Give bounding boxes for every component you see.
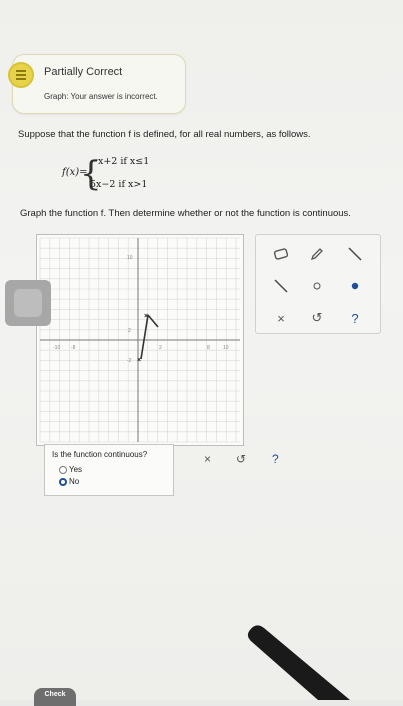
- x-tick-label: 10: [223, 345, 229, 351]
- option-yes-label: Yes: [69, 465, 83, 474]
- ray-icon[interactable]: [270, 275, 292, 297]
- piecewise-case-1: −x+2 if x≤1: [90, 156, 150, 167]
- graph-canvas[interactable]: -10 -8 2 8 10 10 2 -2 × ×: [36, 234, 244, 446]
- y-tick-label: 2: [128, 328, 131, 334]
- continuity-question-card: Is the function continuous? Yes No: [44, 444, 174, 496]
- radio-no[interactable]: [59, 477, 67, 486]
- question-prompt: Is the function continuous?: [52, 450, 148, 459]
- instruction-text: Graph the function f. Then determine whe…: [20, 208, 351, 219]
- pencil-icon[interactable]: [306, 243, 328, 265]
- x-tick-label: 2: [159, 345, 162, 351]
- x-tick-label: -8: [71, 345, 76, 351]
- line-icon[interactable]: [344, 243, 366, 265]
- feedback-card: [12, 54, 186, 114]
- undo-answer-button[interactable]: ↺: [236, 452, 246, 466]
- plotted-segment-left[interactable]: [147, 314, 159, 328]
- radio-yes[interactable]: [59, 465, 67, 474]
- option-yes[interactable]: Yes: [59, 465, 82, 474]
- graph-grid[interactable]: -10 -8 2 8 10 10 2 -2 × ×: [37, 235, 243, 445]
- partial-credit-icon: [8, 62, 34, 88]
- y-tick-label: 10: [127, 255, 133, 261]
- piecewise-case-2: 5x−2 if x>1: [90, 179, 148, 190]
- feedback-detail: Graph: Your answer is incorrect.: [44, 92, 158, 101]
- undo-graph-button[interactable]: ↺: [306, 307, 328, 329]
- clear-answer-button[interactable]: ×: [204, 452, 211, 466]
- option-no-label: No: [69, 477, 80, 486]
- feedback-status: Partially Correct: [44, 66, 123, 78]
- problem-statement: Suppose that the function f is defined, …: [18, 129, 311, 140]
- x-tick-label: -10: [53, 345, 60, 351]
- clear-graph-button[interactable]: ×: [270, 307, 292, 329]
- plotted-endpoint-marker[interactable]: ×: [137, 357, 141, 364]
- plotted-segment-right[interactable]: [140, 314, 149, 360]
- closed-point-icon[interactable]: [344, 275, 366, 297]
- graph-tool-panel: × ↺ ?: [255, 234, 381, 334]
- eraser-icon[interactable]: [270, 243, 292, 265]
- check-button[interactable]: Check: [34, 688, 76, 706]
- open-point-icon[interactable]: [306, 275, 328, 297]
- plotted-endpoint-marker[interactable]: ×: [144, 313, 148, 320]
- y-tick-label: -2: [127, 358, 132, 364]
- help-graph-button[interactable]: ?: [344, 307, 366, 329]
- side-tab[interactable]: [5, 280, 51, 326]
- x-tick-label: 8: [207, 345, 210, 351]
- option-no[interactable]: No: [59, 477, 79, 486]
- help-answer-button[interactable]: ?: [272, 452, 279, 466]
- question-toolbar: × ↺ ?: [194, 452, 294, 472]
